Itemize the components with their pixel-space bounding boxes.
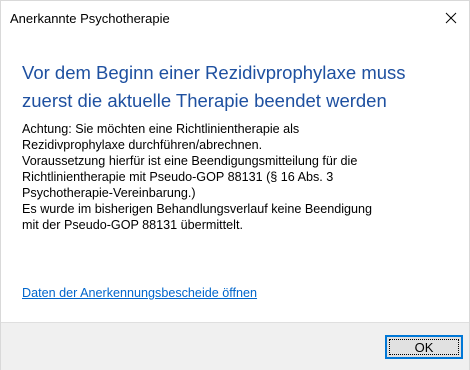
title-bar: Anerkannte Psychotherapie xyxy=(1,1,469,35)
message-line: Achtung: Sie möchten eine Richtlinienthe… xyxy=(22,122,300,136)
open-recognition-data-link[interactable]: Daten der Anerkennungsbescheide öffnen xyxy=(22,286,257,300)
close-icon xyxy=(445,12,457,24)
close-button[interactable] xyxy=(433,1,469,35)
window-title: Anerkannte Psychotherapie xyxy=(10,11,170,26)
message-line: Psychotherapie-Vereinbarung.) xyxy=(22,186,196,200)
message-line: Richtlinientherapie mit Pseudo-GOP 88131… xyxy=(22,170,334,184)
message-line: Voraussetzung hierfür ist eine Beendigun… xyxy=(22,154,358,168)
dialog-heading: Vor dem Beginn einer Rezidivprophylaxe m… xyxy=(22,62,406,111)
message-line: mit der Pseudo-GOP 88131 übermittelt. xyxy=(22,218,243,232)
ok-button[interactable]: OK xyxy=(385,335,463,359)
dialog-message: Achtung: Sie möchten eine Richtlinienthe… xyxy=(22,121,462,233)
dialog-footer: OK xyxy=(1,322,469,370)
message-line: Rezidivprophylaxe durchführen/abrechnen. xyxy=(22,138,263,152)
dialog-content: Vor dem Beginn einer Rezidivprophylaxe m… xyxy=(1,35,469,325)
ok-button-label: OK xyxy=(414,339,434,355)
dialog-window: Anerkannte Psychotherapie Vor dem Beginn… xyxy=(0,0,470,370)
message-line: Es wurde im bisherigen Behandlungsverlau… xyxy=(22,202,373,216)
